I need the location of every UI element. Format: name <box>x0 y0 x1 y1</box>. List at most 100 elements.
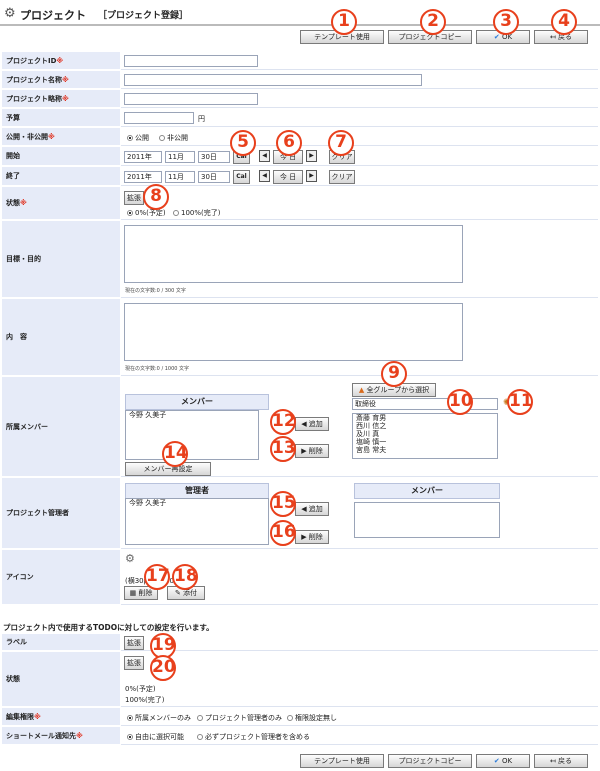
budget-input[interactable] <box>124 112 194 124</box>
end-day-select[interactable]: 30日 <box>198 171 230 183</box>
todo-label-expand-button[interactable]: 拡張 <box>124 636 144 650</box>
member-remove-button[interactable]: ▶ 削除 <box>295 444 329 458</box>
check-icon: ✔ <box>493 757 500 765</box>
group-select[interactable]: 取締役 <box>352 398 498 410</box>
private-radio[interactable] <box>159 135 165 141</box>
private-label: 非公開 <box>167 134 188 142</box>
mail-free-label: 自由に選択可能 <box>135 733 184 741</box>
project-name-label: プロジェクト名称 ※ <box>2 71 120 89</box>
status-0-radio[interactable] <box>127 210 133 216</box>
manager-member-listbox[interactable] <box>354 502 500 538</box>
trash-icon: ▦ <box>129 589 137 597</box>
group-member-item[interactable]: 塩崎 慎一 <box>353 438 497 446</box>
end-today-button[interactable]: 今 日 <box>273 170 303 184</box>
mail-label: ショートメール通知先 ※ <box>2 727 120 745</box>
badge-11: 11 <box>507 389 533 415</box>
back-arrow-icon: ↤ <box>549 33 556 41</box>
end-month-select[interactable]: 11月 <box>165 171 195 183</box>
perm-managers-radio[interactable] <box>197 715 203 721</box>
mail-must-radio[interactable] <box>197 734 203 740</box>
manager-add-button[interactable]: ◀ 追加 <box>295 502 329 516</box>
start-day-select[interactable]: 30日 <box>198 151 230 163</box>
goal-textarea[interactable] <box>124 225 463 283</box>
start-year-select[interactable]: 2011年 <box>124 151 162 163</box>
goal-label: 目標・目的 <box>2 221 120 298</box>
status-100-label: 100%(完了) <box>181 209 221 217</box>
bottom-ok-button[interactable]: ✔ OK <box>476 754 530 768</box>
attach-icon: ✎ <box>174 589 181 597</box>
group-member-listbox[interactable]: 斎藤 育男 西川 信之 及川 真 塩崎 慎一 宮島 常夫 <box>352 413 498 459</box>
project-id-label: プロジェクトID ※ <box>2 52 120 70</box>
public-label: 公開 <box>135 134 149 142</box>
end-clear-button[interactable]: クリア <box>329 170 355 184</box>
end-cal-button[interactable]: Cal <box>233 170 250 184</box>
badge-10: 10 <box>447 389 473 415</box>
edit-perm-label: 編集権限 ※ <box>2 708 120 726</box>
member-add-button[interactable]: ◀ 追加 <box>295 417 329 431</box>
perm-none-radio[interactable] <box>287 715 293 721</box>
start-prev-button[interactable]: ◀ <box>259 150 270 162</box>
start-next-button[interactable]: ▶ <box>306 150 317 162</box>
page-subtitle: ［プロジェクト登録］ <box>98 11 189 21</box>
status-label: 状態 ※ <box>2 187 120 220</box>
members-label: 所属メンバー <box>2 377 120 477</box>
end-next-button[interactable]: ▶ <box>306 170 317 182</box>
todo-label-label: ラベル <box>2 634 120 651</box>
badge-9: 9 <box>381 361 407 387</box>
todo-status-100: 100%(完了) <box>125 696 165 704</box>
mail-free-radio[interactable] <box>127 734 133 740</box>
todo-status-0: 0%(予定) <box>125 685 156 693</box>
project-short-label: プロジェクト略称 ※ <box>2 90 120 108</box>
status-100-radio[interactable] <box>173 210 179 216</box>
bottom-back-button[interactable]: ↤ 戻る <box>534 754 588 768</box>
member-item[interactable]: 今野 久美子 <box>126 411 258 419</box>
group-member-item[interactable]: 斎藤 育男 <box>353 414 497 422</box>
content-char-count: 現在の文字数:0 / 1000 文字 <box>125 366 190 372</box>
badge-1: 1 <box>331 9 357 35</box>
group-member-item[interactable]: 宮島 常夫 <box>353 446 497 454</box>
perm-members-radio[interactable] <box>127 715 133 721</box>
badge-12: 12 <box>270 409 296 435</box>
perm-none-label: 権限設定無し <box>295 714 337 722</box>
end-label: 終了 <box>2 167 120 186</box>
end-prev-button[interactable]: ◀ <box>259 170 270 182</box>
bottom-back-label: 戻る <box>558 757 573 765</box>
public-radio[interactable] <box>127 135 133 141</box>
perm-members-label: 所属メンバーのみ <box>135 714 191 722</box>
badge-16: 16 <box>270 520 296 546</box>
manager-remove-button[interactable]: ▶ 削除 <box>295 530 329 544</box>
start-label: 開始 <box>2 147 120 166</box>
badge-7: 7 <box>328 130 354 156</box>
visibility-label: 公開・非公開 ※ <box>2 128 120 146</box>
group-member-item[interactable]: 及川 真 <box>353 430 497 438</box>
bottom-project-copy-button[interactable]: プロジェクトコピー <box>388 754 472 768</box>
badge-13: 13 <box>270 436 296 462</box>
manager-listbox[interactable]: 今野 久美子 <box>125 498 269 545</box>
badge-17: 17 <box>144 564 170 590</box>
badge-5: 5 <box>230 130 256 156</box>
goal-char-count: 現在の文字数:0 / 300 文字 <box>125 288 186 294</box>
content-label: 内 容 <box>2 299 120 376</box>
manager-item[interactable]: 今野 久美子 <box>126 499 268 507</box>
group-member-item[interactable]: 西川 信之 <box>353 422 497 430</box>
yen-unit: 円 <box>198 115 205 123</box>
bottom-template-button[interactable]: テンプレート使用 <box>300 754 384 768</box>
content-textarea[interactable] <box>124 303 463 361</box>
status-expand-button[interactable]: 拡張 <box>124 191 144 205</box>
todo-status-expand-button[interactable]: 拡張 <box>124 656 144 670</box>
check-icon: ✔ <box>493 33 500 41</box>
project-name-input[interactable] <box>124 74 422 86</box>
end-year-select[interactable]: 2011年 <box>124 171 162 183</box>
project-short-input[interactable] <box>124 93 258 105</box>
start-month-select[interactable]: 11月 <box>165 151 195 163</box>
project-id-input[interactable] <box>124 55 258 67</box>
badge-15: 15 <box>270 491 296 517</box>
member-listbox[interactable]: 今野 久美子 <box>125 410 259 460</box>
back-arrow-icon: ↤ <box>549 757 556 765</box>
budget-label: 予算 <box>2 109 120 127</box>
todo-section-title: プロジェクト内で使用するTODOに対しての設定を行います。 <box>3 623 214 632</box>
group-icon: ▲ <box>358 386 365 394</box>
member-header: メンバー <box>125 394 269 410</box>
manager-member-header: メンバー <box>354 483 500 499</box>
badge-14: 14 <box>162 441 188 467</box>
